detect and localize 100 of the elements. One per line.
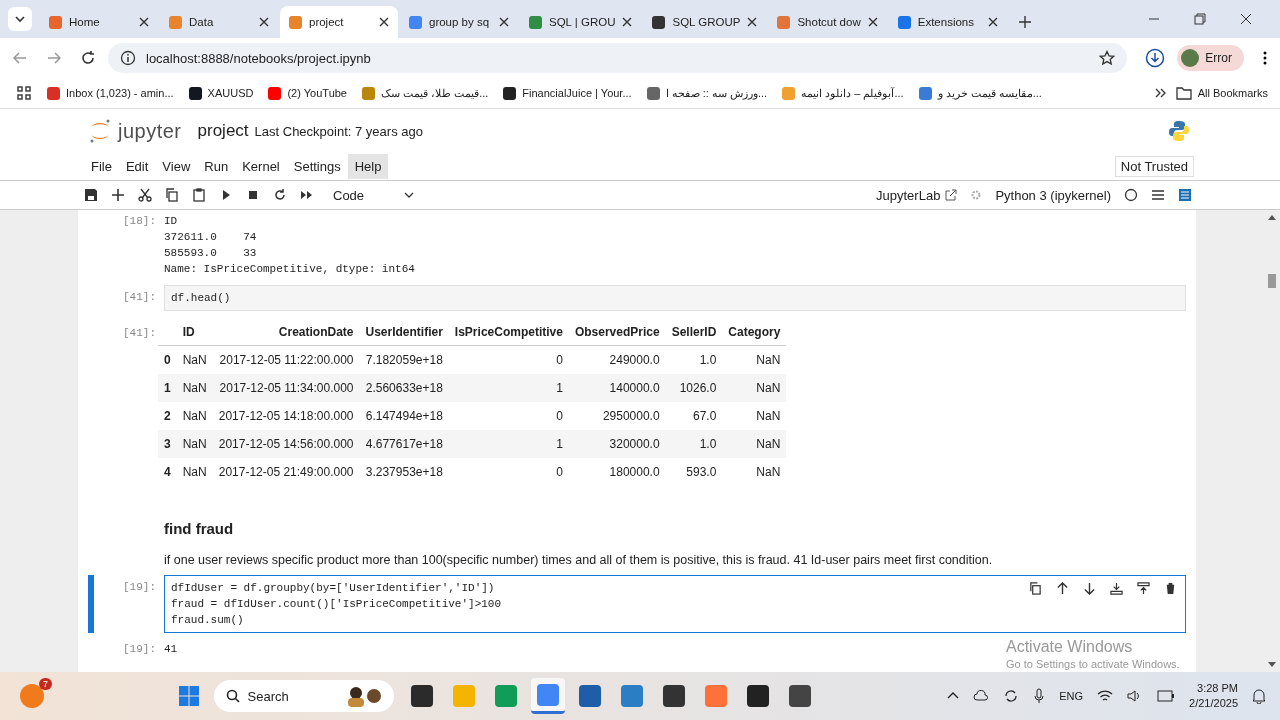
browser-tab[interactable]: SQL GROUP <box>643 6 767 38</box>
row-index: 0 <box>164 353 171 367</box>
table-cell: NaN <box>756 409 781 423</box>
column-header: IsPriceCompetitive <box>454 325 563 339</box>
code-editor[interactable]: df.head() <box>164 285 1186 311</box>
widgets-icon[interactable] <box>20 684 44 708</box>
cloud-icon[interactable] <box>973 688 990 704</box>
battery-icon[interactable] <box>1157 690 1176 702</box>
microphone-icon[interactable] <box>1033 688 1046 704</box>
close-icon[interactable] <box>259 17 269 27</box>
cell-type-dropdown[interactable]: Code <box>333 187 415 203</box>
close-icon[interactable] <box>987 17 998 27</box>
menu-item[interactable]: Edit <box>118 154 156 179</box>
browser-tab[interactable]: Home <box>40 6 158 38</box>
down-icon[interactable] <box>1083 582 1096 595</box>
apps-icon[interactable] <box>16 85 32 101</box>
restart-icon[interactable] <box>273 188 287 202</box>
scroll-down-icon[interactable] <box>1268 662 1276 668</box>
notification-icon[interactable] <box>1252 688 1266 704</box>
notebook-icon[interactable] <box>1178 188 1192 202</box>
menu-item[interactable]: Kernel <box>235 154 287 179</box>
close-icon[interactable] <box>139 17 149 27</box>
close-icon[interactable] <box>499 17 509 27</box>
chevron-icon[interactable] <box>1154 87 1167 99</box>
bookmark[interactable]: XAUUSD <box>188 86 254 100</box>
table-cell: 4.677617e+18 <box>365 437 443 451</box>
scroll-thumb[interactable] <box>1268 274 1276 288</box>
cut-icon[interactable] <box>138 188 152 202</box>
restore-icon[interactable] <box>1194 13 1206 25</box>
browser-tab[interactable]: Shotcut dow <box>768 6 887 38</box>
table-cell: 3.237953e+18 <box>365 465 443 479</box>
menu-item[interactable]: Settings <box>286 154 348 179</box>
kernel-name[interactable]: Python 3 (ipykernel) <box>995 187 1111 203</box>
jupyter-wordmark[interactable]: jupyter <box>118 119 182 143</box>
bookmark[interactable]: ورزش سه :: صفحه ا... <box>646 86 768 100</box>
clock-time[interactable]: 3:28 PM <box>1197 681 1238 696</box>
table-cell: 2017-12-05 14:56:00.000 <box>218 437 354 451</box>
table-cell: 7.182059e+18 <box>365 353 443 367</box>
forward-icon[interactable] <box>46 50 62 66</box>
bookmark[interactable]: (2) YouTube <box>268 86 347 100</box>
close-icon[interactable] <box>379 17 389 27</box>
tab-search-icon[interactable] <box>8 7 32 31</box>
insert-below-icon[interactable] <box>1110 582 1123 595</box>
code-editor[interactable]: dfIdUser = df.groupby(by=['UserIdentifier','ID']) fraud = dfIdUser.count()['IsPriceCompetitive']>100 fraud.sum() <box>164 575 1186 633</box>
browser-tab[interactable]: SQL | GROU <box>520 6 642 38</box>
menu-item[interactable]: Help <box>347 154 389 179</box>
bookmark[interactable]: Inbox (1,023) - amin... <box>47 86 174 100</box>
new-tab-icon[interactable] <box>1018 16 1031 28</box>
clock-date[interactable]: 2/21/2025 <box>1189 696 1238 711</box>
table-cell: NaN <box>756 353 781 367</box>
jupyterlab-link[interactable]: JupyterLab <box>876 187 941 203</box>
trust-badge[interactable]: Not Trusted <box>1114 156 1194 177</box>
stop-icon[interactable] <box>246 188 260 202</box>
info-icon[interactable] <box>120 50 136 66</box>
external-link-icon[interactable] <box>945 189 958 201</box>
language-indicator[interactable]: ENG <box>1059 690 1084 702</box>
download-icon[interactable] <box>1145 48 1166 68</box>
notebook-title[interactable]: project <box>197 121 249 141</box>
start-icon[interactable] <box>177 685 200 707</box>
address-bar[interactable]: localhost:8888/notebooks/project.ipynb <box>108 43 1128 73</box>
browser-tab[interactable]: project <box>280 6 398 38</box>
close-icon[interactable] <box>1240 13 1252 25</box>
tab-title: Data <box>189 16 215 28</box>
bookmark[interactable]: FinancialJuice | Your... <box>503 86 632 100</box>
close-icon[interactable] <box>747 17 758 27</box>
close-icon[interactable] <box>622 17 633 27</box>
star-icon[interactable] <box>1099 50 1116 66</box>
copy-icon[interactable] <box>165 188 179 202</box>
bookmark[interactable]: آبوفیلم – دانلود انیمه... <box>782 86 904 100</box>
table-cell: 0 <box>556 353 563 367</box>
insert-above-icon[interactable] <box>1137 582 1150 595</box>
menu-icon[interactable] <box>1262 50 1268 66</box>
back-icon[interactable] <box>12 50 28 66</box>
save-icon[interactable] <box>84 188 98 202</box>
up-icon[interactable] <box>1056 582 1069 595</box>
profile-button[interactable]: Error <box>1177 45 1244 71</box>
reload-icon[interactable] <box>80 50 96 66</box>
close-icon[interactable] <box>867 17 878 27</box>
delete-icon[interactable] <box>1164 582 1177 595</box>
scroll-up-icon[interactable] <box>1268 214 1276 220</box>
menu-item[interactable]: View <box>155 154 198 179</box>
table-cell: 140000.0 <box>609 381 660 395</box>
wifi-icon[interactable] <box>1097 689 1114 703</box>
menu-item[interactable]: File <box>84 154 119 179</box>
menu-item[interactable]: Run <box>197 154 236 179</box>
sync-icon[interactable] <box>1003 688 1020 704</box>
table-cell: 2017-12-05 21:49:00.000 <box>218 465 354 479</box>
fastforward-icon[interactable] <box>300 188 314 202</box>
browser-tab[interactable]: group by sq <box>400 6 518 38</box>
all-bookmarks-button[interactable]: All Bookmarks <box>1175 86 1268 100</box>
python-logo-icon <box>1168 120 1190 142</box>
browser-tab[interactable]: Data <box>160 6 278 38</box>
bookmark[interactable]: قیمت طلا، قیمت سک... <box>362 86 489 100</box>
copy-icon[interactable] <box>1029 582 1042 595</box>
browser-tab[interactable]: Extensions <box>888 6 1007 38</box>
search-field[interactable]: Search <box>213 680 394 712</box>
paste-icon[interactable] <box>192 188 206 202</box>
bookmark[interactable]: مقایسه قیمت خرید و... <box>918 86 1042 100</box>
table-cell: NaN <box>182 381 207 395</box>
plus-icon[interactable] <box>111 188 125 202</box>
